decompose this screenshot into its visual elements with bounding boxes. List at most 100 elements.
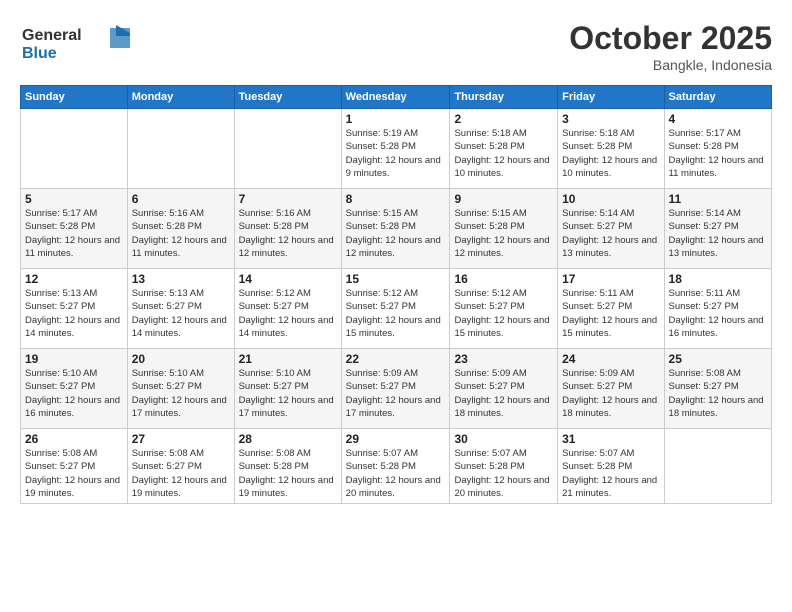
day-number: 18 (669, 272, 767, 286)
day-info: Sunrise: 5:11 AM Sunset: 5:27 PM Dayligh… (669, 287, 767, 340)
svg-text:Blue: Blue (22, 45, 57, 62)
day-info: Sunrise: 5:08 AM Sunset: 5:27 PM Dayligh… (669, 367, 767, 420)
day-info: Sunrise: 5:18 AM Sunset: 5:28 PM Dayligh… (454, 127, 553, 180)
header-tuesday: Tuesday (234, 86, 341, 109)
day-number: 10 (562, 192, 659, 206)
header-sunday: Sunday (21, 86, 128, 109)
day-info: Sunrise: 5:09 AM Sunset: 5:27 PM Dayligh… (454, 367, 553, 420)
day-info: Sunrise: 5:07 AM Sunset: 5:28 PM Dayligh… (346, 447, 446, 500)
table-cell: 28Sunrise: 5:08 AM Sunset: 5:28 PM Dayli… (234, 429, 341, 504)
table-cell: 6Sunrise: 5:16 AM Sunset: 5:28 PM Daylig… (127, 189, 234, 269)
day-info: Sunrise: 5:13 AM Sunset: 5:27 PM Dayligh… (25, 287, 123, 340)
day-info: Sunrise: 5:08 AM Sunset: 5:28 PM Dayligh… (239, 447, 337, 500)
day-number: 1 (346, 112, 446, 126)
table-cell: 26Sunrise: 5:08 AM Sunset: 5:27 PM Dayli… (21, 429, 128, 504)
table-cell: 11Sunrise: 5:14 AM Sunset: 5:27 PM Dayli… (664, 189, 771, 269)
day-info: Sunrise: 5:16 AM Sunset: 5:28 PM Dayligh… (132, 207, 230, 260)
table-cell: 19Sunrise: 5:10 AM Sunset: 5:27 PM Dayli… (21, 349, 128, 429)
day-number: 8 (346, 192, 446, 206)
table-cell: 9Sunrise: 5:15 AM Sunset: 5:28 PM Daylig… (450, 189, 558, 269)
day-number: 20 (132, 352, 230, 366)
table-cell: 2Sunrise: 5:18 AM Sunset: 5:28 PM Daylig… (450, 109, 558, 189)
table-cell: 15Sunrise: 5:12 AM Sunset: 5:27 PM Dayli… (341, 269, 450, 349)
table-cell: 13Sunrise: 5:13 AM Sunset: 5:27 PM Dayli… (127, 269, 234, 349)
day-info: Sunrise: 5:10 AM Sunset: 5:27 PM Dayligh… (132, 367, 230, 420)
day-number: 28 (239, 432, 337, 446)
calendar-header-row: Sunday Monday Tuesday Wednesday Thursday… (21, 86, 772, 109)
table-cell: 31Sunrise: 5:07 AM Sunset: 5:28 PM Dayli… (558, 429, 664, 504)
day-number: 12 (25, 272, 123, 286)
day-number: 21 (239, 352, 337, 366)
day-info: Sunrise: 5:15 AM Sunset: 5:28 PM Dayligh… (454, 207, 553, 260)
day-info: Sunrise: 5:08 AM Sunset: 5:27 PM Dayligh… (132, 447, 230, 500)
day-number: 5 (25, 192, 123, 206)
day-number: 30 (454, 432, 553, 446)
table-cell: 17Sunrise: 5:11 AM Sunset: 5:27 PM Dayli… (558, 269, 664, 349)
header-saturday: Saturday (664, 86, 771, 109)
table-cell (664, 429, 771, 504)
table-cell (234, 109, 341, 189)
header-friday: Friday (558, 86, 664, 109)
svg-text:General: General (22, 27, 82, 44)
table-cell: 25Sunrise: 5:08 AM Sunset: 5:27 PM Dayli… (664, 349, 771, 429)
day-number: 11 (669, 192, 767, 206)
table-cell: 30Sunrise: 5:07 AM Sunset: 5:28 PM Dayli… (450, 429, 558, 504)
title-block: October 2025 Bangkle, Indonesia (569, 20, 772, 73)
day-number: 24 (562, 352, 659, 366)
table-cell: 14Sunrise: 5:12 AM Sunset: 5:27 PM Dayli… (234, 269, 341, 349)
day-info: Sunrise: 5:09 AM Sunset: 5:27 PM Dayligh… (562, 367, 659, 420)
table-cell: 24Sunrise: 5:09 AM Sunset: 5:27 PM Dayli… (558, 349, 664, 429)
day-number: 19 (25, 352, 123, 366)
location: Bangkle, Indonesia (569, 57, 772, 73)
day-number: 17 (562, 272, 659, 286)
day-number: 3 (562, 112, 659, 126)
header-monday: Monday (127, 86, 234, 109)
day-info: Sunrise: 5:07 AM Sunset: 5:28 PM Dayligh… (454, 447, 553, 500)
day-info: Sunrise: 5:18 AM Sunset: 5:28 PM Dayligh… (562, 127, 659, 180)
day-info: Sunrise: 5:15 AM Sunset: 5:28 PM Dayligh… (346, 207, 446, 260)
day-info: Sunrise: 5:12 AM Sunset: 5:27 PM Dayligh… (346, 287, 446, 340)
table-cell: 22Sunrise: 5:09 AM Sunset: 5:27 PM Dayli… (341, 349, 450, 429)
day-number: 31 (562, 432, 659, 446)
table-cell: 12Sunrise: 5:13 AM Sunset: 5:27 PM Dayli… (21, 269, 128, 349)
day-info: Sunrise: 5:17 AM Sunset: 5:28 PM Dayligh… (669, 127, 767, 180)
calendar-table: Sunday Monday Tuesday Wednesday Thursday… (20, 85, 772, 504)
logo-icon: General Blue (20, 20, 130, 64)
day-info: Sunrise: 5:09 AM Sunset: 5:27 PM Dayligh… (346, 367, 446, 420)
day-info: Sunrise: 5:17 AM Sunset: 5:28 PM Dayligh… (25, 207, 123, 260)
table-cell: 21Sunrise: 5:10 AM Sunset: 5:27 PM Dayli… (234, 349, 341, 429)
day-info: Sunrise: 5:12 AM Sunset: 5:27 PM Dayligh… (454, 287, 553, 340)
day-info: Sunrise: 5:14 AM Sunset: 5:27 PM Dayligh… (562, 207, 659, 260)
header: General Blue October 2025 Bangkle, Indon… (20, 20, 772, 73)
day-number: 9 (454, 192, 553, 206)
day-info: Sunrise: 5:19 AM Sunset: 5:28 PM Dayligh… (346, 127, 446, 180)
table-cell: 4Sunrise: 5:17 AM Sunset: 5:28 PM Daylig… (664, 109, 771, 189)
table-cell: 23Sunrise: 5:09 AM Sunset: 5:27 PM Dayli… (450, 349, 558, 429)
table-cell: 27Sunrise: 5:08 AM Sunset: 5:27 PM Dayli… (127, 429, 234, 504)
table-cell: 7Sunrise: 5:16 AM Sunset: 5:28 PM Daylig… (234, 189, 341, 269)
page: General Blue October 2025 Bangkle, Indon… (0, 0, 792, 612)
day-number: 13 (132, 272, 230, 286)
day-number: 15 (346, 272, 446, 286)
logo: General Blue (20, 20, 130, 69)
day-number: 29 (346, 432, 446, 446)
day-number: 26 (25, 432, 123, 446)
day-number: 27 (132, 432, 230, 446)
day-number: 22 (346, 352, 446, 366)
day-number: 6 (132, 192, 230, 206)
table-cell: 3Sunrise: 5:18 AM Sunset: 5:28 PM Daylig… (558, 109, 664, 189)
table-cell: 18Sunrise: 5:11 AM Sunset: 5:27 PM Dayli… (664, 269, 771, 349)
day-number: 7 (239, 192, 337, 206)
table-cell: 29Sunrise: 5:07 AM Sunset: 5:28 PM Dayli… (341, 429, 450, 504)
day-info: Sunrise: 5:12 AM Sunset: 5:27 PM Dayligh… (239, 287, 337, 340)
day-number: 14 (239, 272, 337, 286)
day-info: Sunrise: 5:11 AM Sunset: 5:27 PM Dayligh… (562, 287, 659, 340)
day-number: 23 (454, 352, 553, 366)
table-cell: 1Sunrise: 5:19 AM Sunset: 5:28 PM Daylig… (341, 109, 450, 189)
day-number: 25 (669, 352, 767, 366)
day-info: Sunrise: 5:13 AM Sunset: 5:27 PM Dayligh… (132, 287, 230, 340)
header-wednesday: Wednesday (341, 86, 450, 109)
day-info: Sunrise: 5:14 AM Sunset: 5:27 PM Dayligh… (669, 207, 767, 260)
table-cell: 10Sunrise: 5:14 AM Sunset: 5:27 PM Dayli… (558, 189, 664, 269)
day-number: 4 (669, 112, 767, 126)
